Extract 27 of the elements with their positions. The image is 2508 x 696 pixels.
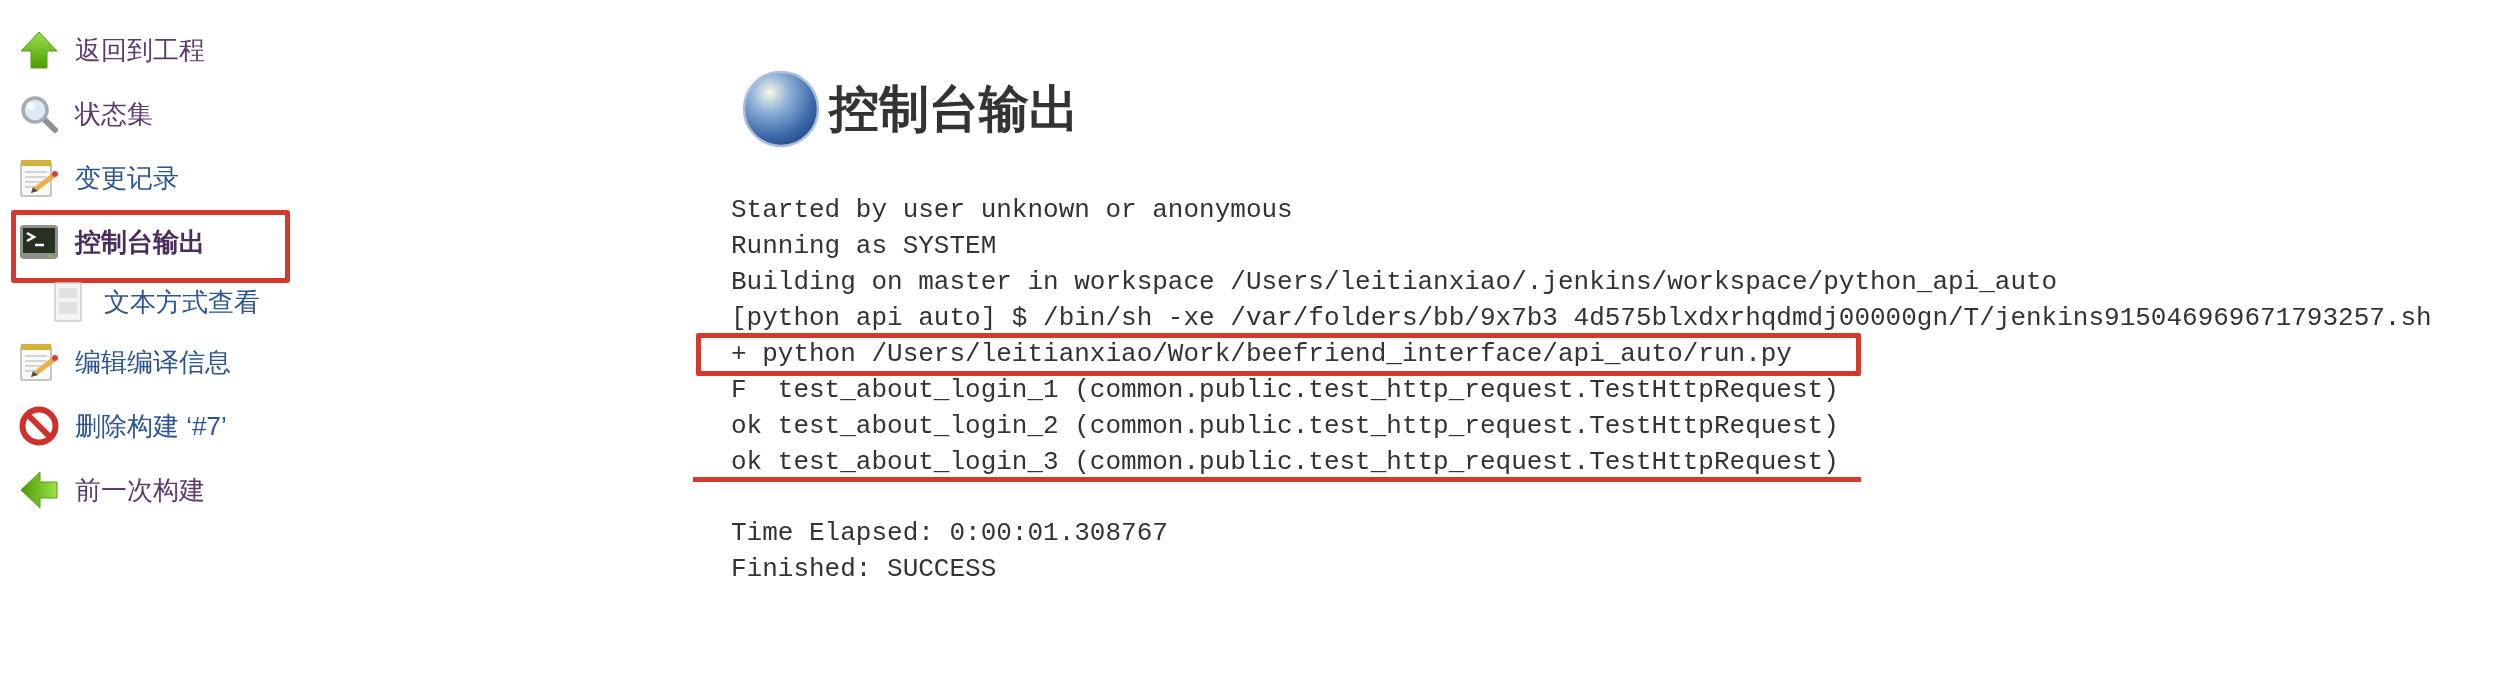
console-line: Started by user unknown or anonymous <box>731 195 1293 225</box>
search-icon <box>19 94 59 134</box>
sidebar-link[interactable]: 前一次构建 <box>19 470 205 510</box>
terminal-icon <box>19 222 59 262</box>
sidebar-link[interactable]: 控制台输出 <box>19 222 205 262</box>
sidebar-link[interactable]: 返回到工程 <box>19 30 205 70</box>
sidebar-link[interactable]: 状态集 <box>19 94 153 134</box>
console-line: Building on master in workspace /Users/leitianxiao/.jenkins/workspace/python_api_auto <box>731 267 2058 297</box>
sidebar-link[interactable]: 删除构建 ‘#7’ <box>19 406 227 446</box>
console-line: + python /Users/leitianxiao/Work/beefriend_interface/api_auto/run.py <box>731 339 1792 369</box>
console-line: Running as SYSTEM <box>731 231 997 261</box>
left-arrow-icon <box>19 470 59 510</box>
console-line: Finished: SUCCESS <box>731 554 997 584</box>
sidebar-link[interactable]: 文本方式查看 <box>48 282 260 322</box>
console-line: ok test_about_login_3 (common.public.test_http_request.TestHttpRequest) <box>731 447 1839 477</box>
page-title: 控制台输出 <box>829 79 1079 139</box>
up-arrow-icon <box>19 30 59 70</box>
notepad-pencil-icon <box>19 158 59 198</box>
console-line: Time Elapsed: 0:00:01.308767 <box>731 518 1168 548</box>
sidebar-link[interactable]: 编辑编译信息 <box>19 342 231 382</box>
console-line: ok test_about_login_2 (common.public.test_http_request.TestHttpRequest) <box>731 411 1839 441</box>
sidebar-link[interactable]: 变更记录 <box>19 158 179 198</box>
console-line: F test_about_login_1 (common.public.test_http_request.TestHttpRequest) <box>731 375 1839 405</box>
console-line: [python api auto] $ /bin/sh -xe /var/folders/bb/9x7b3 4d575blxdxrhqdmdj00000gn/T/jenkins915046969671793257.sh <box>731 303 2432 333</box>
notepad-pencil-icon <box>19 342 59 382</box>
prohibited-sign-icon <box>19 406 59 446</box>
sphere-icon <box>741 69 821 149</box>
